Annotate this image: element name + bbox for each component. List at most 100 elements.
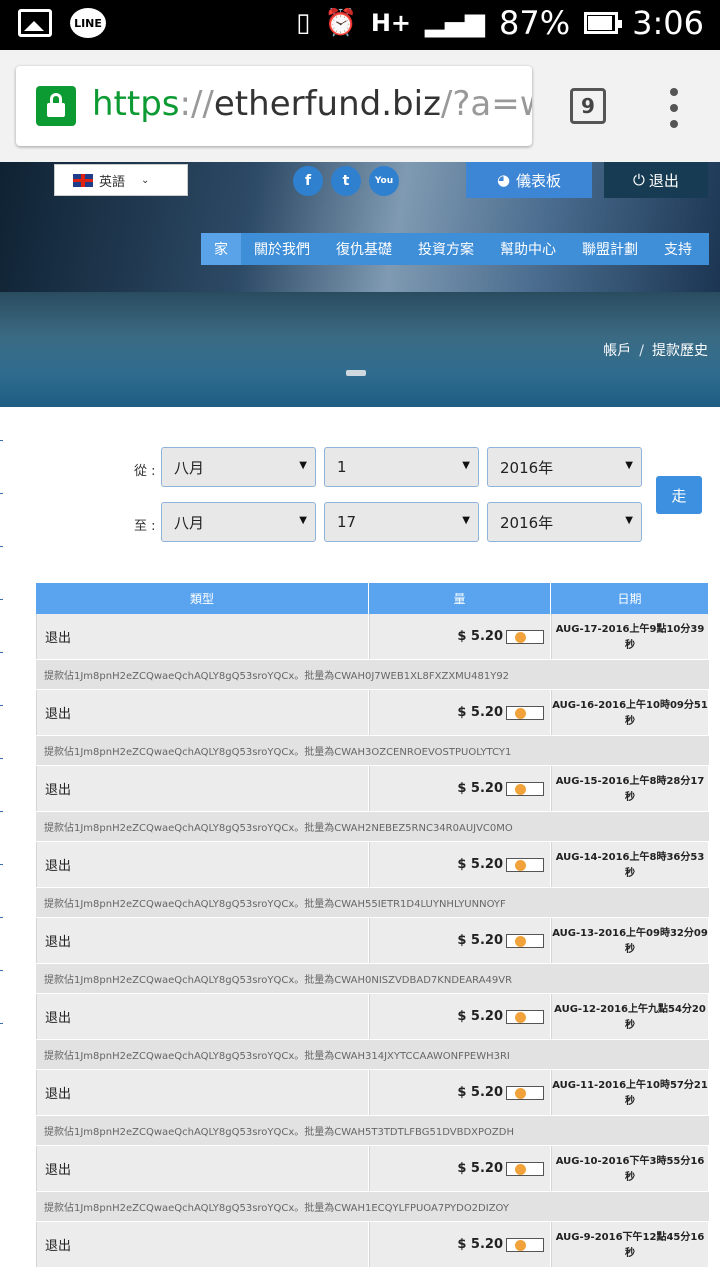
date-seconds: 秒 [625,1096,635,1107]
table-row: 退出 $ 5.20 AUG-11-2016上午10時57分21 秒 [36,1070,709,1116]
dropdown-arrow-icon: ▼ [462,515,470,526]
date-line: AUG-10-2016下午3時55分16 [555,1156,705,1167]
nav-item-plans[interactable]: 投資方案 [405,233,487,265]
date-line: AUG-11-2016上午10時57分21 [552,1080,708,1091]
breadcrumb: 帳戶 / 提款歷史 [603,340,708,360]
network-type: H+ [370,9,412,37]
table-row: 退出 $ 5.20 AUG-14-2016上午8時36分53 秒 [36,842,709,888]
address-bar[interactable]: https://etherfund.biz/?a=wit [16,66,532,146]
left-edge-marks [0,440,3,1070]
from-day-value: 1 [337,458,347,476]
date-seconds: 秒 [625,944,635,955]
nav-item-affiliate[interactable]: 聯盟計劃 [569,233,651,265]
youtube-icon[interactable]: You [369,166,399,196]
bitcoin-icon [506,1009,544,1024]
cell-type: 退出 [36,766,369,811]
date-seconds: 秒 [625,716,635,727]
logout-button[interactable]: ⏻ 退出 [604,162,708,198]
site-header: 英語 ⌄ f t You ◕ 儀表板 ⏻ 退出 家 關於我們 復仇基礎 投資方案… [0,162,720,292]
breadcrumb-current: 提款歷史 [652,343,708,359]
bitcoin-icon [506,933,544,948]
from-year-select[interactable]: 2016年 ▼ [487,447,642,487]
dropdown-arrow-icon: ▼ [299,515,307,526]
amount-value: $ 5.20 [457,857,503,872]
table-row-note: 提款佔1Jm8pnH2eZCQwaeQchAQLY8gQ53sroYQCx。批量… [36,812,709,842]
cell-amount: $ 5.20 [369,842,551,887]
cell-date: AUG-17-2016上午9點10分39 秒 [551,614,709,659]
from-month-select[interactable]: 八月 ▼ [161,447,316,487]
main-nav: 家 關於我們 復仇基礎 投資方案 幫助中心 聯盟計劃 支持 [201,233,709,265]
url-separator: :// [179,84,214,124]
nav-item-help[interactable]: 幫助中心 [487,233,569,265]
cell-amount: $ 5.20 [369,766,551,811]
bitcoin-icon [506,1237,544,1252]
to-year-select[interactable]: 2016年 ▼ [487,502,642,542]
tab-switcher-button[interactable]: 9 [570,88,606,124]
bitcoin-icon [506,781,544,796]
lock-icon [36,86,76,126]
overflow-menu-icon[interactable] [666,88,682,128]
amount-value: $ 5.20 [457,1085,503,1100]
amount-value: $ 5.20 [457,1237,503,1252]
from-month-value: 八月 [174,458,205,477]
bitcoin-icon [506,1085,544,1100]
dropdown-arrow-icon: ▼ [625,460,633,471]
language-select[interactable]: 英語 ⌄ [54,164,188,196]
amount-value: $ 5.20 [457,1009,503,1024]
to-month-value: 八月 [174,513,205,532]
cell-amount: $ 5.20 [369,918,551,963]
cell-date: AUG-9-2016下午12點45分16 秒 [551,1222,709,1267]
to-day-select[interactable]: 17 ▼ [324,502,479,542]
url-scheme: https [92,84,180,124]
page-banner: 帳戶 / 提款歷史 [0,292,720,407]
breadcrumb-account[interactable]: 帳戶 [603,343,631,359]
to-label: 至 : [134,519,156,534]
date-seconds: 秒 [625,640,635,651]
cell-type: 退出 [36,1146,369,1191]
go-button[interactable]: 走 [656,476,702,514]
banner-boat [346,370,366,376]
cell-date: AUG-11-2016上午10時57分21 秒 [551,1070,709,1115]
from-day-select[interactable]: 1 ▼ [324,447,479,487]
cell-type: 退出 [36,842,369,887]
cell-date: AUG-15-2016上午8時28分17 秒 [551,766,709,811]
date-line: AUG-17-2016上午9點10分39 [555,624,705,635]
cell-amount: $ 5.20 [369,690,551,735]
twitter-icon[interactable]: t [331,166,361,196]
date-line: AUG-14-2016上午8時36分53 [555,852,705,863]
table-row-note: 提款佔1Jm8pnH2eZCQwaeQchAQLY8gQ53sroYQCx。批量… [36,888,709,918]
nav-item-foundation[interactable]: 復仇基礎 [323,233,405,265]
table-row: 退出 $ 5.20 AUG-15-2016上午8時28分17 秒 [36,766,709,812]
cell-date: AUG-10-2016下午3時55分16 秒 [551,1146,709,1191]
from-label: 從 : [134,464,156,479]
date-seconds: 秒 [625,1020,635,1031]
cell-date: AUG-13-2016上午09時32分09 秒 [551,918,709,963]
withdrawal-history-table: 類型 量 日期 退出 $ 5.20 AUG-17-2016上午9點10分39 秒提款佔… [36,583,709,1268]
table-row: 退出 $ 5.20 AUG-16-2016上午10時09分51 秒 [36,690,709,736]
facebook-icon[interactable]: f [293,166,323,196]
url-host: etherfund.biz [213,84,441,124]
table-header: 類型 量 日期 [36,583,709,614]
cell-type: 退出 [36,994,369,1039]
nav-item-about[interactable]: 關於我們 [241,233,323,265]
logout-label: 退出 [648,171,679,190]
date-line: AUG-16-2016上午10時09分51 [552,700,708,711]
cell-type: 退出 [36,1222,369,1267]
uk-flag-icon [73,173,93,187]
cell-amount: $ 5.20 [369,994,551,1039]
cell-type: 退出 [36,918,369,963]
table-row: 退出 $ 5.20 AUG-13-2016上午09時32分09 秒 [36,918,709,964]
date-seconds: 秒 [625,1172,635,1183]
from-year-value: 2016年 [500,458,554,477]
cell-date: AUG-16-2016上午10時09分51 秒 [551,690,709,735]
to-day-value: 17 [337,513,357,531]
url-text[interactable]: https://etherfund.biz/?a=wit [92,84,532,124]
nav-item-support[interactable]: 支持 [651,233,705,265]
cell-date: AUG-14-2016上午8時36分53 秒 [551,842,709,887]
browser-toolbar: https://etherfund.biz/?a=wit 9 [0,50,720,162]
nav-item-home[interactable]: 家 [201,233,241,265]
to-month-select[interactable]: 八月 ▼ [161,502,316,542]
table-row-note: 提款佔1Jm8pnH2eZCQwaeQchAQLY8gQ53sroYQCx。批量… [36,1192,709,1222]
dashboard-button[interactable]: ◕ 儀表板 [466,162,592,198]
chevron-down-icon: ⌄ [141,174,150,186]
